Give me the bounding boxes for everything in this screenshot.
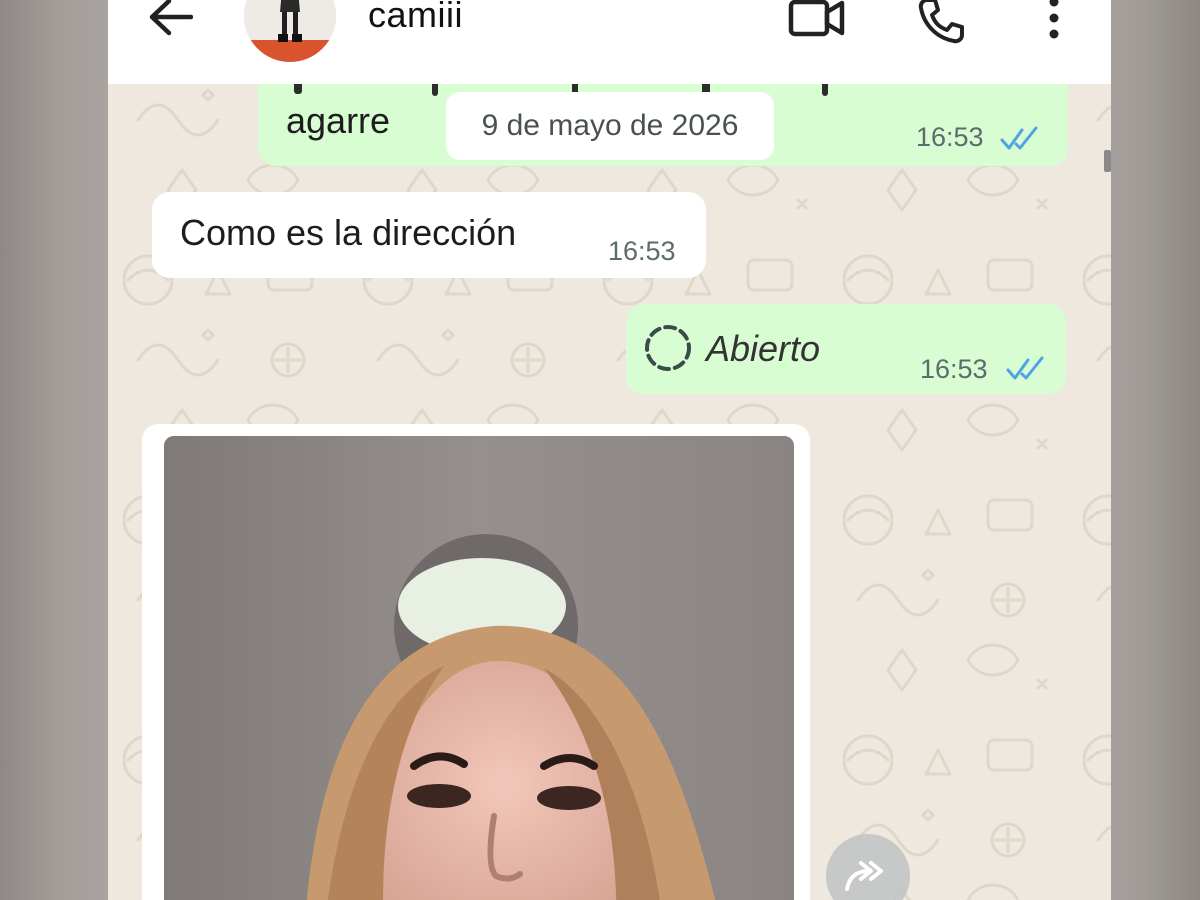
message-text: Como es la dirección bbox=[180, 212, 517, 253]
chat-screen: camiii agarre 16:53 9 de mayo de 2026 Co… bbox=[108, 0, 1111, 900]
message-time: 16:53 bbox=[920, 354, 988, 384]
chat-header: camiii bbox=[108, 0, 1111, 84]
read-receipt-icon bbox=[1000, 126, 1038, 150]
message-text: agarre bbox=[286, 100, 391, 141]
view-once-icon bbox=[645, 325, 691, 371]
video-call-icon[interactable] bbox=[784, 0, 850, 44]
scrollbar-thumb[interactable] bbox=[1104, 150, 1111, 172]
avatar[interactable] bbox=[244, 0, 336, 62]
more-options-icon[interactable] bbox=[1034, 0, 1074, 44]
forward-icon bbox=[845, 861, 883, 891]
contact-name[interactable]: camiii bbox=[368, 0, 463, 36]
read-receipt-icon bbox=[1006, 356, 1044, 380]
message-time: 16:53 bbox=[608, 236, 676, 266]
message-outgoing-view-once[interactable]: Abierto 16:53 bbox=[626, 304, 1066, 394]
message-time: 16:53 bbox=[916, 122, 984, 152]
photo-attachment[interactable] bbox=[164, 436, 794, 900]
view-once-status: Abierto bbox=[706, 328, 821, 369]
message-incoming[interactable]: Como es la dirección 16:53 bbox=[152, 192, 706, 278]
message-incoming-photo[interactable] bbox=[142, 424, 810, 900]
back-arrow-icon[interactable] bbox=[140, 0, 200, 42]
phone-icon[interactable] bbox=[912, 0, 970, 48]
date-divider: 9 de mayo de 2026 bbox=[446, 92, 774, 160]
